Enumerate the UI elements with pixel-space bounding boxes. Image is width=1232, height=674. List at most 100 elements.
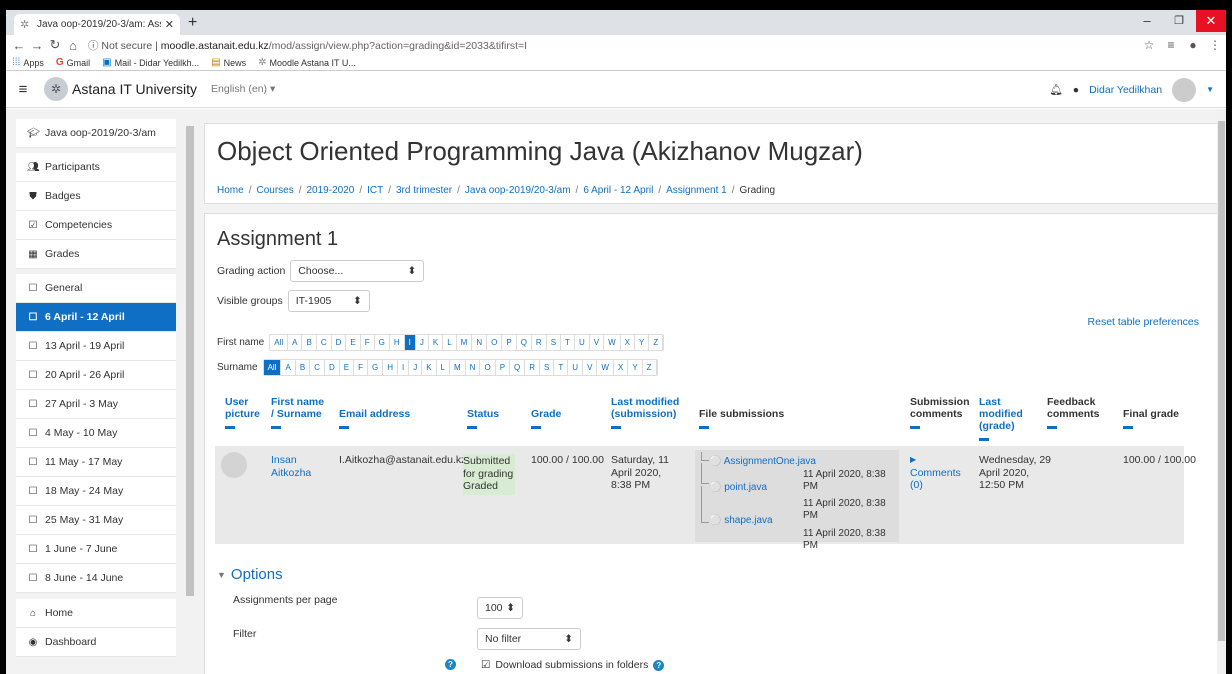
- drawer-scrollbar[interactable]: [186, 109, 194, 674]
- surname-initial-v[interactable]: V: [583, 360, 598, 375]
- comments-toggle[interactable]: ▶ Comments (0): [910, 454, 961, 492]
- firstname-initial-t[interactable]: T: [561, 335, 575, 350]
- firstname-initial-a[interactable]: A: [288, 335, 303, 350]
- firstname-initial-b[interactable]: B: [302, 335, 317, 350]
- firstname-initial-f[interactable]: F: [361, 335, 375, 350]
- help-icon[interactable]: ?: [445, 659, 456, 670]
- back-icon[interactable]: ←: [10, 38, 28, 53]
- drawer-item[interactable]: ◉ Dashboard: [16, 628, 176, 657]
- drawer-item[interactable]: ☐ 6 April - 12 April: [16, 303, 176, 332]
- drawer-item[interactable]: ☐ 1 June - 7 June: [16, 535, 176, 564]
- user-picture-avatar[interactable]: [221, 452, 247, 478]
- surname-initial-q[interactable]: Q: [510, 360, 526, 375]
- messages-icon[interactable]: ●: [1073, 84, 1079, 96]
- firstname-initial-u[interactable]: U: [575, 335, 590, 350]
- surname-initial-n[interactable]: N: [466, 360, 481, 375]
- url-field[interactable]: ⓘ Not secure | moodle.astanait.edu.kz/mo…: [88, 38, 1138, 53]
- file-item[interactable]: ⚪ AssignmentOne.java: [709, 456, 816, 468]
- surname-initial-j[interactable]: J: [409, 360, 423, 375]
- drawer-item[interactable]: ☐ 25 May - 31 May: [16, 506, 176, 535]
- drawer-item[interactable]: 🎓︎ Java oop-2019/20-3/am: [16, 119, 176, 148]
- col-grade[interactable]: Grade: [531, 408, 561, 429]
- surname-initial-y[interactable]: Y: [628, 360, 643, 375]
- home-browser-icon[interactable]: ⌂: [64, 38, 82, 53]
- drawer-item[interactable]: ▦ Grades: [16, 240, 176, 269]
- breadcrumb-item[interactable]: Java oop-2019/20-3/am: [465, 185, 571, 196]
- minimize-icon[interactable]: –: [1132, 10, 1162, 32]
- student-name-link[interactable]: Insan Aitkozha: [271, 454, 315, 479]
- surname-initial-f[interactable]: F: [354, 360, 368, 375]
- menu-dots-icon[interactable]: ⋮: [1204, 38, 1226, 52]
- drawer-item[interactable]: ☐ 20 April - 26 April: [16, 361, 176, 390]
- surname-initial-b[interactable]: B: [296, 360, 311, 375]
- surname-initial-u[interactable]: U: [568, 360, 584, 375]
- file-name-link[interactable]: point.java: [724, 482, 767, 493]
- surname-initial-k[interactable]: K: [422, 360, 437, 375]
- breadcrumb-item[interactable]: Home: [217, 185, 244, 196]
- page-scrollbar[interactable]: [1217, 109, 1226, 674]
- grade-value[interactable]: 100.00 / 100.00: [531, 454, 604, 467]
- file-item[interactable]: ⚪ shape.java: [709, 515, 773, 527]
- drawer-item[interactable]: ⌂ Home: [16, 599, 176, 628]
- firstname-initial-i[interactable]: I: [404, 335, 416, 350]
- firstname-initial-p[interactable]: P: [502, 335, 517, 350]
- firstname-initial-d[interactable]: D: [332, 335, 347, 350]
- notification-bell-icon[interactable]: 🔔︎: [1049, 83, 1062, 96]
- options-section-toggle[interactable]: ▼ Options: [217, 566, 283, 583]
- drawer-item[interactable]: ☐ 4 May - 10 May: [16, 419, 176, 448]
- surname-initial-l[interactable]: L: [437, 360, 450, 375]
- chevron-down-icon[interactable]: ▼: [1206, 85, 1214, 94]
- file-name-link[interactable]: AssignmentOne.java: [724, 456, 816, 467]
- breadcrumb-item[interactable]: ICT: [367, 185, 383, 196]
- firstname-initial-s[interactable]: S: [547, 335, 562, 350]
- language-menu[interactable]: English (en) ▾: [211, 83, 275, 95]
- file-item[interactable]: ⚪ point.java: [709, 482, 767, 494]
- drawer-item[interactable]: ☐ 27 April - 3 May: [16, 390, 176, 419]
- firstname-initial-o[interactable]: O: [487, 335, 503, 350]
- surname-initial-w[interactable]: W: [597, 360, 614, 375]
- col-user-picture[interactable]: User picture: [225, 396, 261, 429]
- drawer-item[interactable]: ☑ Competencies: [16, 211, 176, 240]
- surname-initial-r[interactable]: R: [525, 360, 541, 375]
- filter-select[interactable]: No filter ⬍: [477, 628, 581, 650]
- firstname-initial-r[interactable]: R: [532, 335, 547, 350]
- surname-initial-m[interactable]: M: [450, 360, 466, 375]
- surname-initial-g[interactable]: G: [368, 360, 384, 375]
- grading-action-select[interactable]: Choose... ⬍: [290, 260, 425, 282]
- firstname-initial-h[interactable]: H: [390, 335, 405, 350]
- col-status[interactable]: Status: [467, 408, 499, 429]
- drawer-item[interactable]: ☐ 18 May - 24 May: [16, 477, 176, 506]
- breadcrumb-item[interactable]: 2019-2020: [307, 185, 355, 196]
- bookmark-news[interactable]: ▤ News: [211, 57, 246, 68]
- surname-initial-h[interactable]: H: [383, 360, 398, 375]
- surname-initial-e[interactable]: E: [340, 360, 355, 375]
- breadcrumb-item[interactable]: 6 April - 12 April: [583, 185, 653, 196]
- firstname-initial-y[interactable]: Y: [635, 335, 650, 350]
- avatar[interactable]: [1172, 77, 1197, 102]
- bookmark-moodle[interactable]: ✲ Moodle Astana IT U...: [258, 57, 356, 68]
- firstname-initial-g[interactable]: G: [375, 335, 390, 350]
- surname-initial-i[interactable]: I: [398, 360, 410, 375]
- surname-initial-s[interactable]: S: [540, 360, 555, 375]
- bookmark-mail[interactable]: ▣ Mail - Didar Yedilkh...: [102, 57, 199, 68]
- firstname-initial-q[interactable]: Q: [517, 335, 532, 350]
- surname-initial-p[interactable]: P: [496, 360, 511, 375]
- col-last-modified-grade[interactable]: Last modified (grade): [979, 396, 1043, 441]
- help-icon[interactable]: ?: [653, 659, 665, 671]
- drawer-item[interactable]: ⛊ Badges: [16, 182, 176, 211]
- col-email[interactable]: Email address: [339, 408, 410, 429]
- firstname-initial-c[interactable]: C: [317, 335, 332, 350]
- surname-initial-z[interactable]: Z: [643, 360, 657, 375]
- bookmark-apps[interactable]: ⁞⁞⁞ Apps: [12, 57, 44, 68]
- profile-icon[interactable]: ●: [1182, 38, 1204, 52]
- firstname-initial-k[interactable]: K: [429, 335, 444, 350]
- site-name[interactable]: Astana IT University: [72, 81, 197, 97]
- drawer-item[interactable]: ☐ 8 June - 14 June: [16, 564, 176, 593]
- university-logo-icon[interactable]: ✲: [44, 77, 68, 101]
- firstname-initial-n[interactable]: N: [472, 335, 488, 350]
- drawer-item[interactable]: ☐ 13 April - 19 April: [16, 332, 176, 361]
- surname-initial-c[interactable]: C: [310, 360, 325, 375]
- surname-initial-x[interactable]: X: [614, 360, 629, 375]
- hamburger-menu-icon[interactable]: ≡: [6, 81, 40, 98]
- star-icon[interactable]: ☆: [1138, 38, 1160, 52]
